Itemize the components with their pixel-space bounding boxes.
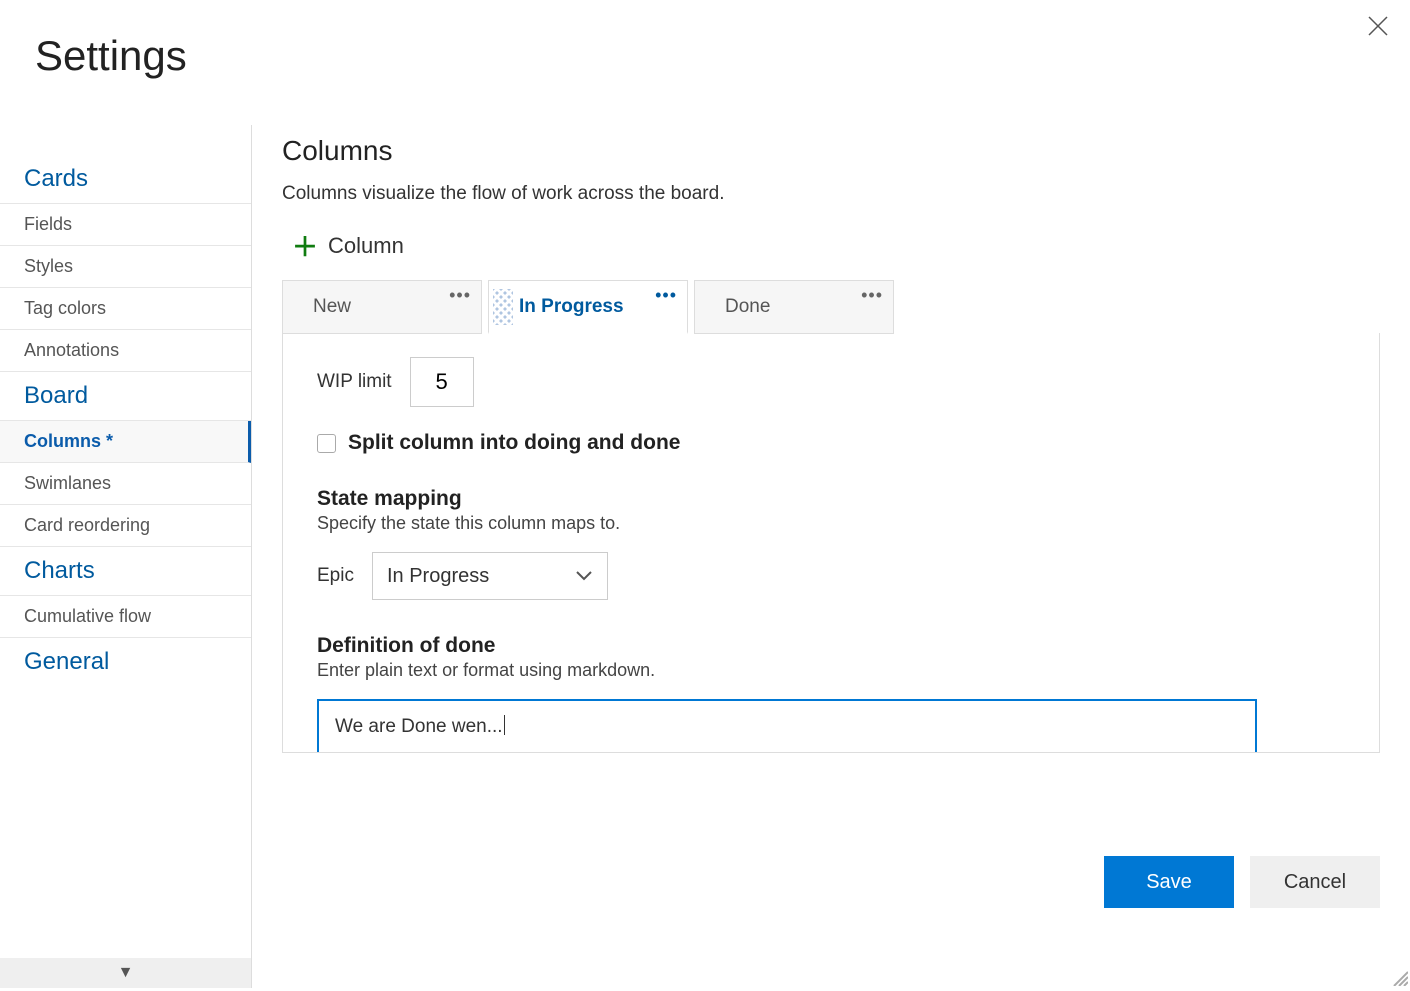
definition-of-done-value: We are Done wen... (335, 716, 503, 737)
state-mapping-select[interactable]: In Progress (372, 552, 608, 600)
state-mapping-selected-value: In Progress (387, 565, 489, 588)
panel-heading: Columns (282, 135, 1380, 167)
save-button[interactable]: Save (1104, 856, 1234, 908)
columns-panel: Columns Columns visualize the flow of wo… (252, 125, 1410, 988)
column-tab-label: Done (725, 296, 770, 318)
column-tab-in-progress[interactable]: In Progress ••• (488, 280, 688, 334)
column-tab-done[interactable]: Done ••• (694, 280, 894, 334)
definition-of-done-textarea[interactable]: We are Done wen... (317, 699, 1257, 753)
sidebar-item-swimlanes[interactable]: Swimlanes (0, 463, 251, 505)
column-tab-more-icon[interactable]: ••• (449, 285, 471, 306)
add-column-label: Column (328, 233, 404, 259)
column-tabs: New ••• In Progress ••• Done ••• (282, 280, 1380, 334)
drag-handle-icon[interactable] (493, 289, 513, 325)
sidebar-item-card-reordering[interactable]: Card reordering (0, 505, 251, 547)
sidebar-section-general[interactable]: General (0, 638, 251, 686)
wip-limit-label: WIP limit (317, 371, 392, 393)
column-settings-form: WIP limit Split column into doing and do… (282, 333, 1380, 753)
sidebar-section-charts[interactable]: Charts (0, 547, 251, 595)
state-mapping-description: Specify the state this column maps to. (317, 513, 1345, 534)
chevron-down-icon (575, 565, 593, 588)
sidebar-item-annotations[interactable]: Annotations (0, 330, 251, 372)
wip-limit-input[interactable] (410, 357, 474, 407)
state-mapping-heading: State mapping (317, 487, 1345, 511)
dialog-footer: Save Cancel (1104, 856, 1380, 908)
chevron-down-icon: ▼ (118, 964, 134, 981)
panel-description: Columns visualize the flow of work acros… (282, 183, 1380, 205)
definition-of-done-description: Enter plain text or format using markdow… (317, 660, 1345, 681)
sidebar-item-styles[interactable]: Styles (0, 246, 251, 288)
close-button[interactable] (1366, 14, 1390, 38)
settings-sidebar: Cards Fields Styles Tag colors Annotatio… (0, 125, 252, 988)
column-tab-label: In Progress (519, 296, 624, 318)
resize-grip-icon[interactable] (1390, 968, 1408, 986)
column-tab-label: New (313, 296, 351, 318)
close-icon (1366, 14, 1390, 38)
text-caret (504, 715, 505, 735)
column-tab-more-icon[interactable]: ••• (861, 285, 883, 306)
state-mapping-type-label: Epic (317, 565, 354, 587)
sidebar-section-board[interactable]: Board (0, 372, 251, 420)
split-column-checkbox[interactable] (317, 434, 336, 453)
plus-icon: ＋ (292, 227, 318, 264)
page-title: Settings (35, 32, 187, 80)
split-column-label: Split column into doing and done (348, 431, 680, 455)
add-column-button[interactable]: ＋ Column (292, 227, 404, 264)
sidebar-item-columns[interactable]: Columns * (0, 421, 251, 463)
definition-of-done-heading: Definition of done (317, 634, 1345, 658)
sidebar-section-cards[interactable]: Cards (0, 155, 251, 203)
sidebar-item-fields[interactable]: Fields (0, 204, 251, 246)
column-tab-new[interactable]: New ••• (282, 280, 482, 334)
sidebar-item-cumulative-flow[interactable]: Cumulative flow (0, 596, 251, 638)
column-tab-more-icon[interactable]: ••• (655, 285, 677, 306)
cancel-button[interactable]: Cancel (1250, 856, 1380, 908)
sidebar-item-tag-colors[interactable]: Tag colors (0, 288, 251, 330)
sidebar-expand-button[interactable]: ▼ (0, 958, 251, 988)
